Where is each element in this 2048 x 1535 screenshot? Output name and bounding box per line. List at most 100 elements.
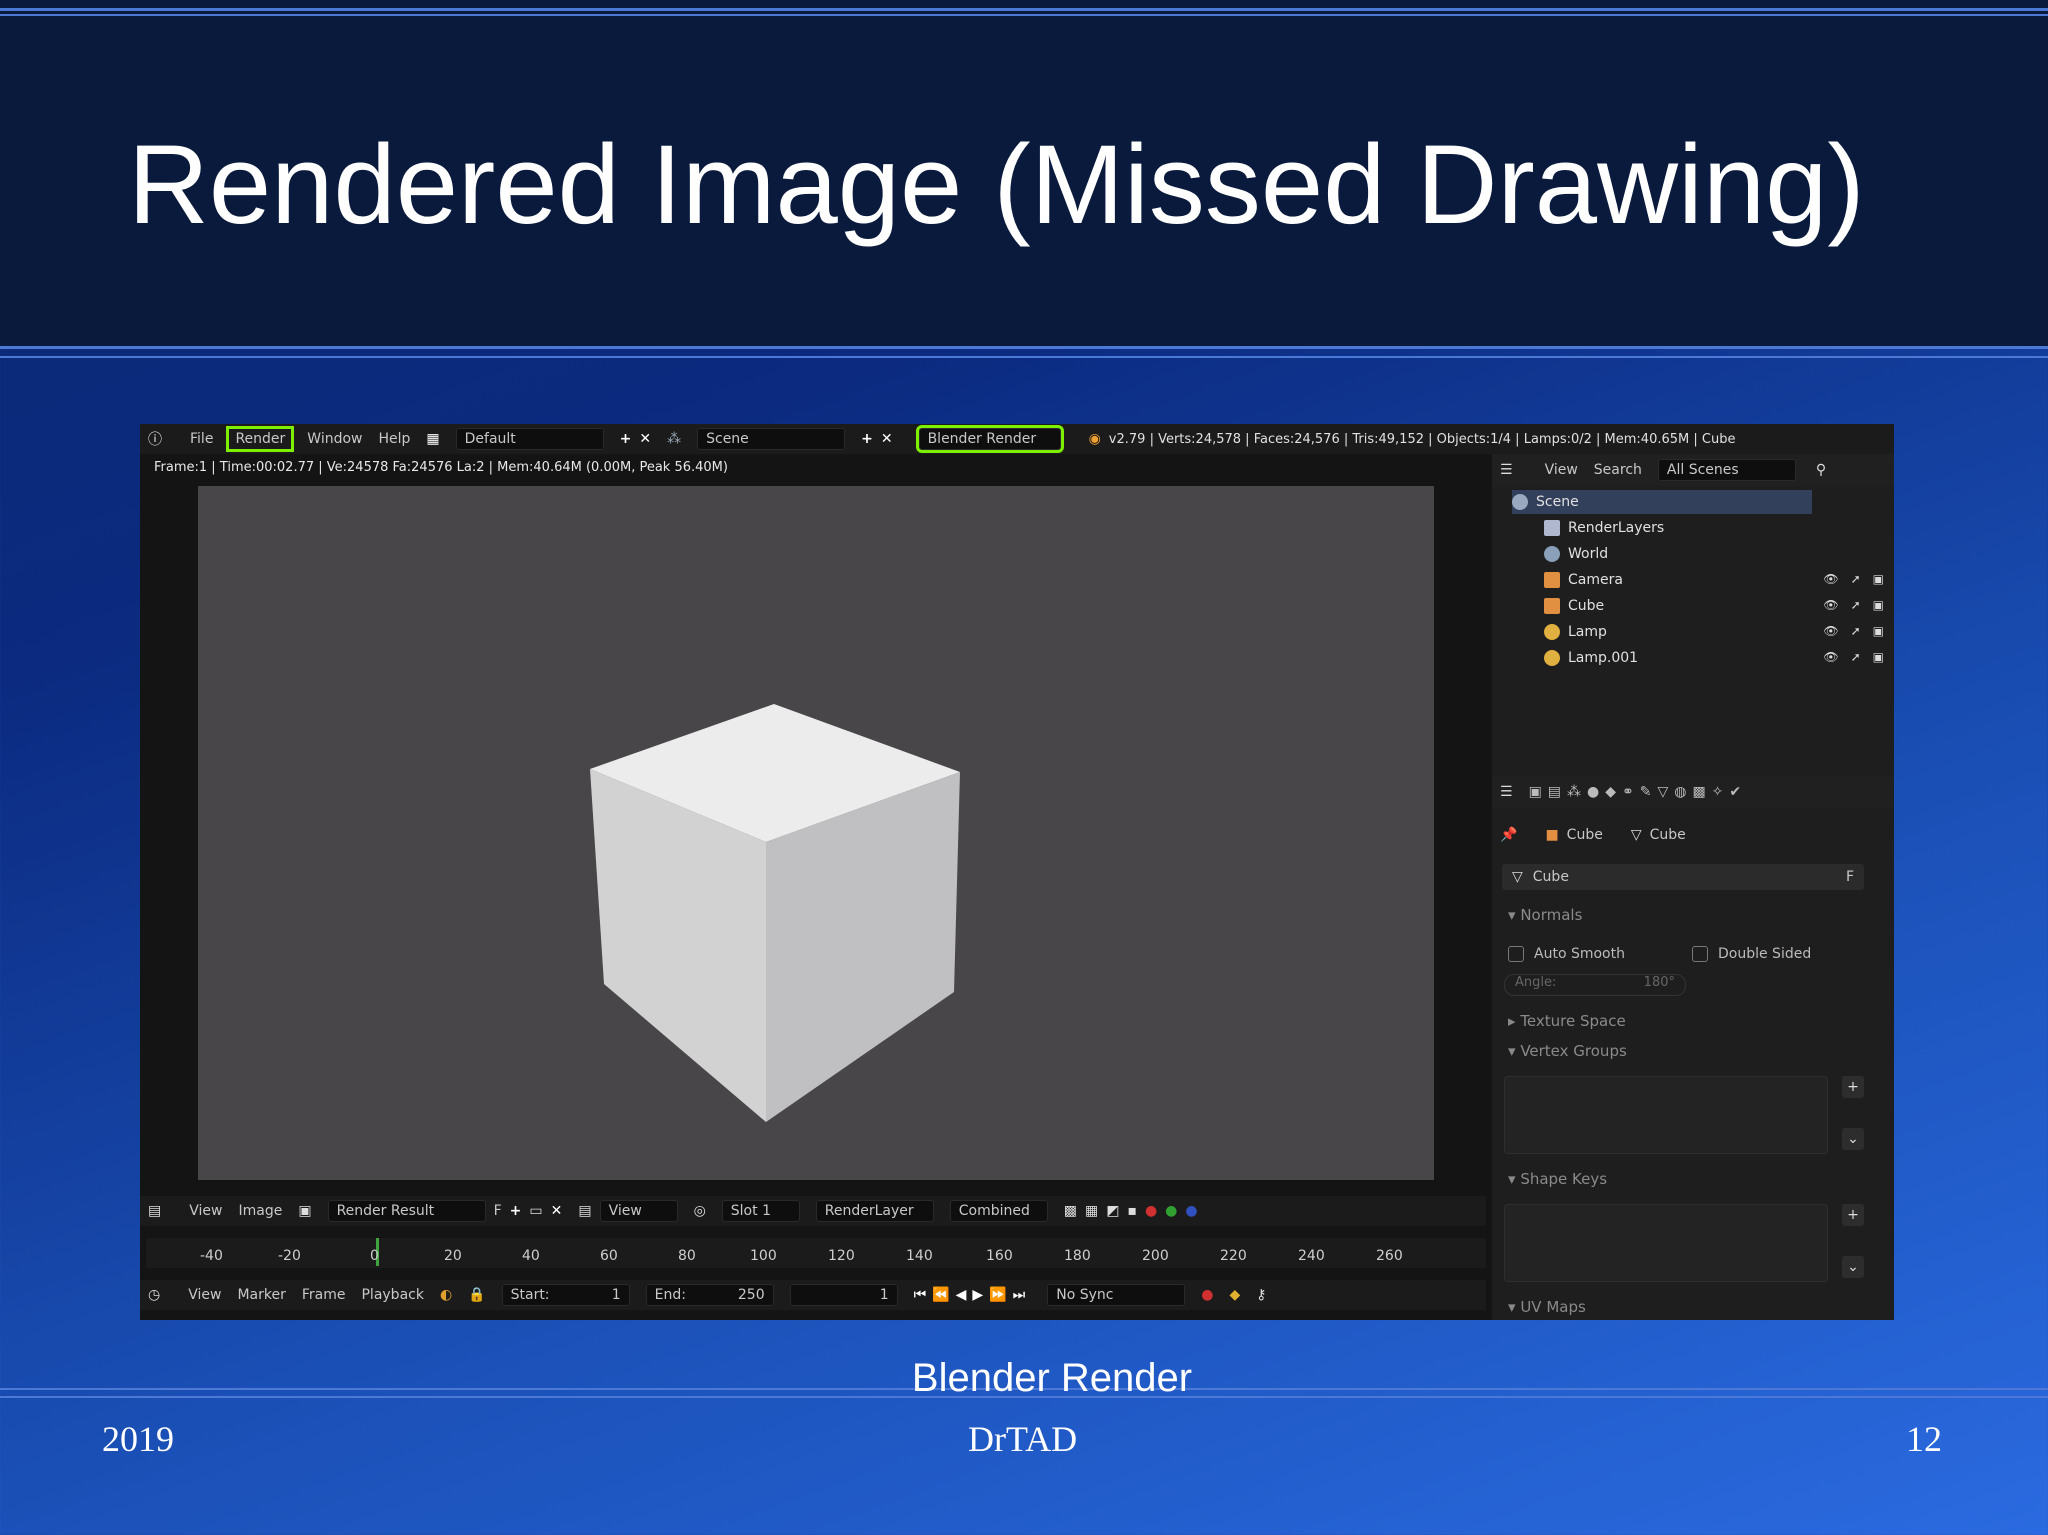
close-icon[interactable]: ✕ (551, 1203, 563, 1219)
menu-image[interactable]: Image (238, 1203, 282, 1219)
add-icon[interactable]: + (1842, 1204, 1864, 1226)
frame-tick-label: 80 (678, 1248, 696, 1264)
menu-file[interactable]: File (190, 431, 213, 447)
render-icon[interactable]: ▣ (1873, 624, 1884, 638)
timeline-ruler[interactable]: -40 -20 0 20 40 60 80 100 120 140 160 18… (146, 1238, 1486, 1268)
add-icon[interactable]: + (510, 1203, 522, 1219)
section-vertex-groups[interactable]: ▾ Vertex Groups (1508, 1042, 1627, 1060)
outliner-filter-select[interactable]: All Scenes (1657, 459, 1796, 481)
tab-icons[interactable]: ▣▤⁂●◆⚭✎▽◍▩✧✔ (1529, 784, 1748, 800)
menu-icon[interactable]: ⌄ (1842, 1128, 1864, 1150)
outliner-item-label: Scene (1536, 494, 1579, 510)
checkbox[interactable] (1508, 946, 1524, 962)
add-icon[interactable]: + (620, 431, 632, 447)
pin-icon[interactable]: 📌 (1500, 827, 1517, 843)
outliner-item-world[interactable]: World (1544, 542, 1608, 566)
render-icon[interactable]: ▣ (1873, 572, 1884, 586)
pass-selector[interactable]: Combined (949, 1200, 1048, 1222)
mesh-name-value: Cube (1532, 869, 1569, 885)
checkbox[interactable] (1692, 946, 1708, 962)
section-texture-space[interactable]: ▸ Texture Space (1508, 1012, 1626, 1030)
outliner-item-lamp-001[interactable]: Lamp.001 (1544, 646, 1638, 670)
outliner-item-cube[interactable]: Cube (1544, 594, 1604, 618)
eye-icon[interactable]: 👁 (1823, 624, 1838, 638)
angle-value: 180° (1643, 975, 1675, 990)
channel-icons[interactable]: ▩▦◩▪●●● (1064, 1203, 1206, 1219)
render-canvas[interactable] (198, 486, 1434, 1180)
cursor-icon[interactable]: ➚ (1851, 598, 1861, 612)
render-icon[interactable]: ▣ (1873, 598, 1884, 612)
mesh-data-field[interactable]: ▽ Cube F (1502, 864, 1864, 890)
double-sided-checkbox[interactable]: Double Sided (1692, 946, 1811, 962)
shape-keys-list[interactable] (1504, 1204, 1828, 1282)
menu-playback[interactable]: Playback (361, 1287, 423, 1303)
image-editor-icon[interactable]: ▤ (148, 1203, 161, 1219)
menu-help[interactable]: Help (378, 431, 410, 447)
pivot-icon[interactable]: ◎ (694, 1203, 706, 1219)
section-uv-maps[interactable]: ▾ UV Maps (1508, 1298, 1586, 1316)
end-frame-field[interactable]: End: 250 (645, 1284, 774, 1306)
visibility-toggles[interactable]: 👁 ➚ ▣ (1823, 572, 1884, 586)
keyframe-icon[interactable]: ◆ (1229, 1287, 1240, 1303)
screen-layout-icon[interactable]: ▦ (426, 431, 439, 447)
sync-selector[interactable]: No Sync (1047, 1284, 1186, 1306)
outliner-icon[interactable]: ☰ (1500, 462, 1513, 478)
camera-icon (1544, 572, 1560, 588)
render-icon[interactable]: ▣ (1873, 650, 1884, 664)
outliner-item-lamp[interactable]: Lamp (1544, 620, 1607, 644)
layout-selector[interactable]: Default (455, 428, 604, 450)
outliner-item-renderlayers[interactable]: RenderLayers (1544, 516, 1664, 540)
fake-user-button[interactable]: F (494, 1203, 502, 1219)
add-icon[interactable]: + (1842, 1076, 1864, 1098)
playback-controls[interactable]: ⏮⏪◀▶⏩⏭ (914, 1287, 1032, 1303)
eye-icon[interactable]: 👁 (1823, 572, 1838, 586)
cursor-icon[interactable]: ➚ (1851, 624, 1861, 638)
outliner-item-scene[interactable]: Scene (1512, 490, 1812, 514)
eye-icon[interactable]: 👁 (1823, 598, 1838, 612)
lock-icon[interactable]: 🔒 (468, 1287, 485, 1303)
scene-selector[interactable]: Scene (697, 428, 846, 450)
section-shape-keys[interactable]: ▾ Shape Keys (1508, 1170, 1607, 1188)
image-selector[interactable]: Render Result (327, 1200, 486, 1222)
info-icon[interactable]: ⓘ (148, 429, 162, 449)
menu-frame[interactable]: Frame (302, 1287, 346, 1303)
menu-view[interactable]: View (189, 1203, 222, 1219)
start-frame-field[interactable]: Start: 1 (501, 1284, 630, 1306)
close-icon[interactable]: ✕ (881, 431, 893, 447)
menu-window[interactable]: Window (307, 431, 362, 447)
preview-range-icon[interactable]: ◐ (440, 1287, 452, 1303)
menu-view[interactable]: View (188, 1287, 221, 1303)
slot-selector[interactable]: Slot 1 (721, 1200, 800, 1222)
open-folder-icon[interactable]: ▭ (529, 1203, 542, 1219)
menu-icon[interactable]: ⌄ (1842, 1256, 1864, 1278)
slide-caption: Blender Render (911, 1356, 1193, 1400)
menu-render[interactable]: Render (226, 426, 295, 452)
outliner-menu-search[interactable]: Search (1594, 462, 1642, 478)
keying-set-icon[interactable]: ⚷ (1256, 1287, 1266, 1303)
visibility-toggles[interactable]: 👁 ➚ ▣ (1823, 598, 1884, 612)
outliner-item-camera[interactable]: Camera (1544, 568, 1623, 592)
outliner-menu-view[interactable]: View (1545, 462, 1578, 478)
angle-field[interactable]: Angle: 180° (1504, 974, 1686, 996)
timeline-icon[interactable]: ◷ (148, 1287, 160, 1303)
view-mode-selector[interactable]: View (599, 1200, 678, 1222)
auto-smooth-checkbox[interactable]: Auto Smooth (1508, 946, 1625, 962)
menu-marker[interactable]: Marker (237, 1287, 285, 1303)
cursor-icon[interactable]: ➚ (1851, 650, 1861, 664)
current-frame-field[interactable]: 1 (789, 1284, 898, 1306)
renderlayer-selector[interactable]: RenderLayer (815, 1200, 934, 1222)
visibility-toggles[interactable]: 👁 ➚ ▣ (1823, 624, 1884, 638)
fake-user-button[interactable]: F (1846, 869, 1854, 885)
record-icon[interactable]: ● (1201, 1287, 1213, 1303)
frame-tick-label: 40 (522, 1248, 540, 1264)
properties-icon[interactable]: ☰ (1500, 784, 1513, 800)
search-icon[interactable]: ⚲ (1816, 462, 1826, 478)
add-icon[interactable]: + (861, 431, 873, 447)
close-icon[interactable]: ✕ (639, 431, 651, 447)
vertex-groups-list[interactable] (1504, 1076, 1828, 1154)
visibility-toggles[interactable]: 👁 ➚ ▣ (1823, 650, 1884, 664)
eye-icon[interactable]: 👁 (1823, 650, 1838, 664)
render-engine-selector[interactable]: Blender Render (915, 425, 1064, 453)
section-normals[interactable]: ▾ Normals (1508, 906, 1582, 924)
cursor-icon[interactable]: ➚ (1851, 572, 1861, 586)
